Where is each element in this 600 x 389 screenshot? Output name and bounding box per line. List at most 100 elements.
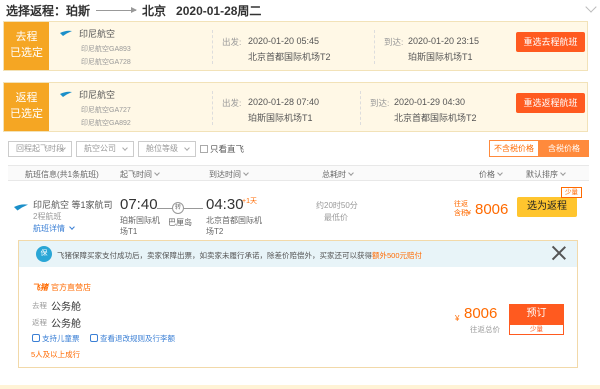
- arrive-label: 到达:: [370, 98, 390, 108]
- travel-date: 2020-01-28周二: [176, 4, 262, 18]
- outbound-flight-card: 去程 已选定 印尼航空 印尼航空GA893 印尼航空GA728 出发: 2020…: [3, 21, 588, 71]
- arrive-time: 2020-01-29 04:30: [394, 97, 466, 107]
- airline-name: 印尼航空: [79, 90, 116, 100]
- col-arrive-time[interactable]: 到达时间: [209, 169, 249, 180]
- chevron-down-icon[interactable]: [585, 1, 597, 13]
- airline-filter[interactable]: 航空公司: [76, 141, 134, 157]
- depart-label: 出发:: [222, 98, 242, 108]
- reselect-inbound-button[interactable]: 重选返程航班: [516, 93, 585, 113]
- col-flight-info: 航班信息(共1条航班): [25, 170, 99, 179]
- currency-symbol: ¥: [467, 210, 471, 217]
- go-cabin-label: 去程: [32, 301, 47, 310]
- depart-label: 出发:: [222, 37, 242, 47]
- chevron-down-icon: [184, 145, 190, 151]
- divider: [212, 30, 213, 64]
- airline-logo-icon: [60, 30, 72, 36]
- destination-city: 北京: [142, 4, 167, 18]
- flight-number: 印尼航空GA893: [81, 46, 131, 53]
- airline-logo-icon: [60, 91, 72, 97]
- divider: [360, 91, 361, 125]
- exclude-tax-toggle[interactable]: 不含税价格: [489, 140, 539, 157]
- sort-icon: [348, 170, 354, 176]
- total-price: 8006: [464, 305, 498, 322]
- outbound-tag: 去程 已选定: [4, 22, 49, 70]
- reselect-outbound-button[interactable]: 重选去程航班: [516, 32, 585, 52]
- result-price: 8006: [475, 201, 509, 218]
- few-seats-badge: 少量: [509, 324, 564, 335]
- inbound-tag: 返程 已选定: [4, 83, 49, 131]
- select-return-button[interactable]: 选为返程: [517, 197, 577, 217]
- airline-logo-icon: [14, 204, 28, 211]
- arrive-time: 2020-01-20 23:15: [408, 36, 480, 46]
- col-depart-time[interactable]: 起飞时间: [120, 169, 160, 180]
- arrive-airport: 北京首都国际机场T2: [394, 113, 477, 123]
- route-arrow-icon: [96, 7, 138, 13]
- divider: [212, 91, 213, 125]
- sort-icon: [497, 170, 503, 176]
- book-button[interactable]: 预订: [509, 304, 564, 324]
- few-seats-badge: 少量: [561, 187, 582, 198]
- direct-only-checkbox[interactable]: [200, 145, 208, 153]
- price-label-tax: 含税: [454, 210, 468, 217]
- airline-name: 印尼航空: [79, 29, 116, 39]
- result-arrive-airport: 北京首都国际机: [206, 216, 262, 225]
- col-duration[interactable]: 总耗时: [322, 169, 354, 180]
- chevron-down-icon: [122, 145, 128, 151]
- result-depart-airport: 珀斯国际机: [120, 216, 160, 225]
- sort-icon: [560, 170, 566, 176]
- inbound-flight-card: 返程 已选定 印尼航空 印尼航空GA727 印尼航空GA892 出发: 2020…: [3, 82, 588, 132]
- store-brand-logo: 飞猪: [32, 283, 48, 292]
- transfer-icon: 转: [172, 202, 184, 214]
- result-arrive-airport-terminal: 场T2: [206, 227, 224, 236]
- guarantee-text: 飞猪保障买家支付成功后，卖家保障出票，如卖家未履行承诺，除差价赔偿外，买家还可以…: [57, 251, 423, 260]
- depart-airport: 珀斯国际机场T1: [248, 113, 313, 123]
- result-depart-airport-terminal: 场T1: [120, 227, 138, 236]
- result-segments: 2程航班: [33, 212, 62, 221]
- col-price[interactable]: 价格: [479, 169, 503, 180]
- currency-symbol: ¥: [455, 314, 460, 323]
- result-airline: 印尼航空 等1家航司: [33, 200, 113, 210]
- page-title: 选择返程： 珀斯 北京 2020-01-28周二: [6, 2, 261, 19]
- close-icon[interactable]: [551, 245, 567, 261]
- lowest-price-tip: 最低价: [324, 213, 348, 222]
- shield-icon: 保: [36, 246, 52, 262]
- flight-number: 印尼航空GA728: [81, 59, 131, 66]
- refund-rules-link[interactable]: 查看退改规则及行李额: [90, 333, 175, 344]
- return-cabin-label: 返程: [32, 318, 47, 327]
- sort-icon: [243, 170, 249, 176]
- result-duration: 约20时50分: [316, 201, 358, 210]
- title-prefix: 选择返程：: [6, 4, 67, 18]
- depart-time: 2020-01-20 05:45: [248, 36, 320, 46]
- price-label-roundtrip: 往返: [454, 201, 468, 208]
- flight-number: 印尼航空GA727: [81, 107, 131, 114]
- flight-number: 印尼航空GA892: [81, 120, 131, 127]
- direct-only-label: 只看直飞: [210, 144, 245, 154]
- flight-detail-link[interactable]: 航班详情: [33, 223, 76, 234]
- cabin-class-filter[interactable]: 舱位等级: [138, 141, 196, 157]
- divider: [374, 30, 375, 64]
- store-name[interactable]: 飞猪 官方直营店: [32, 282, 91, 293]
- col-sort[interactable]: 默认排序: [526, 169, 566, 180]
- departure-time-filter[interactable]: 回程起飞时段: [8, 141, 72, 157]
- bottom-bar: [0, 385, 600, 389]
- transfer-city: 巴厘岛: [168, 218, 192, 227]
- return-cabin-value: 公务舱: [51, 319, 81, 330]
- arrive-airport: 珀斯国际机场T1: [408, 52, 473, 62]
- total-price-note: 往返总价: [470, 325, 500, 334]
- results-header: 航班信息(共1条航班) 起飞时间 到达时间 总耗时 价格 默认排序: [8, 165, 589, 181]
- result-arrive-time: 04:30: [206, 196, 244, 213]
- include-tax-toggle[interactable]: 含税价格: [539, 140, 589, 157]
- arrive-label: 到达:: [384, 37, 404, 47]
- origin-city: 珀斯: [66, 4, 91, 18]
- result-depart-time: 07:40: [120, 196, 158, 213]
- depart-airport: 北京首都国际机场T2: [248, 52, 331, 62]
- document-icon: [90, 334, 98, 342]
- depart-time: 2020-01-28 07:40: [248, 97, 320, 107]
- chevron-down-icon: [69, 224, 76, 230]
- child-icon: [32, 334, 40, 342]
- sort-icon: [154, 170, 160, 176]
- day-offset: +1天: [242, 198, 257, 205]
- child-ticket-link[interactable]: 支持儿童票: [32, 333, 80, 344]
- minimum-group-note: 5人及以上成行: [31, 350, 81, 359]
- go-cabin-value: 公务舱: [51, 302, 81, 313]
